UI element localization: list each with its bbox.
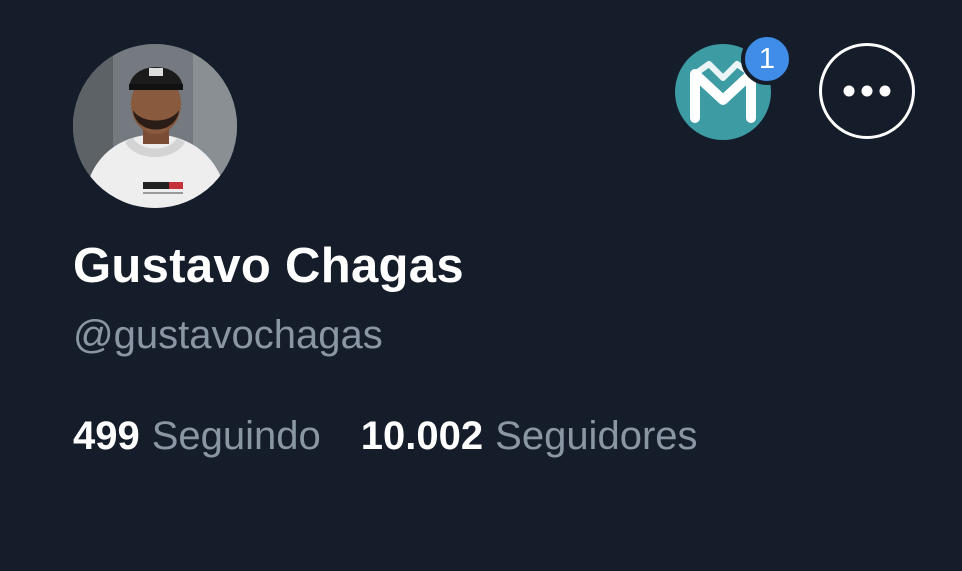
follow-stats: 499 Seguindo 10.002 Seguidores bbox=[73, 414, 698, 459]
followers-link[interactable]: 10.002 Seguidores bbox=[361, 414, 698, 459]
display-name: Gustavo Chagas bbox=[73, 239, 464, 293]
profile-photo bbox=[73, 44, 237, 208]
following-count: 499 bbox=[73, 414, 140, 458]
following-label: Seguindo bbox=[151, 414, 321, 458]
followers-label: Seguidores bbox=[495, 414, 698, 458]
notification-badge: 1 bbox=[741, 33, 793, 85]
followers-count: 10.002 bbox=[360, 414, 484, 458]
app-shortcut[interactable]: 1 bbox=[675, 33, 793, 140]
username-handle: @gustavochagas bbox=[73, 313, 383, 357]
following-link[interactable]: 499 Seguindo bbox=[73, 414, 321, 459]
more-options-button[interactable] bbox=[819, 43, 915, 139]
avatar[interactable] bbox=[73, 44, 237, 208]
more-horizontal-icon bbox=[843, 85, 891, 97]
